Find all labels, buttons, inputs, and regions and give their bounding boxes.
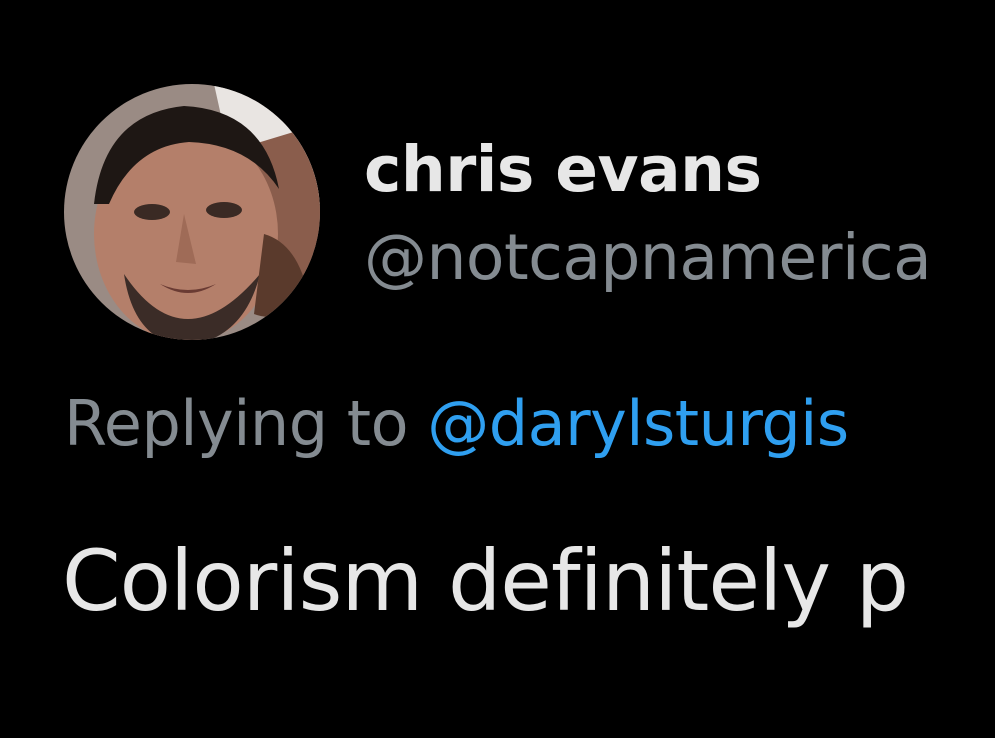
tweet-text: Colorism definitely p [62,532,909,630]
tweet-card: chris evans @notcapnamerica Replying to … [0,0,995,738]
display-name[interactable]: chris evans [364,134,762,206]
reply-prefix: Replying to [64,387,428,460]
reply-context: Replying to @darylsturgis [64,388,849,460]
user-handle[interactable]: @notcapnamerica [364,222,932,294]
avatar-photo [64,84,320,340]
reply-mention-link[interactable]: @darylsturgis [427,387,849,460]
avatar[interactable] [64,84,320,340]
